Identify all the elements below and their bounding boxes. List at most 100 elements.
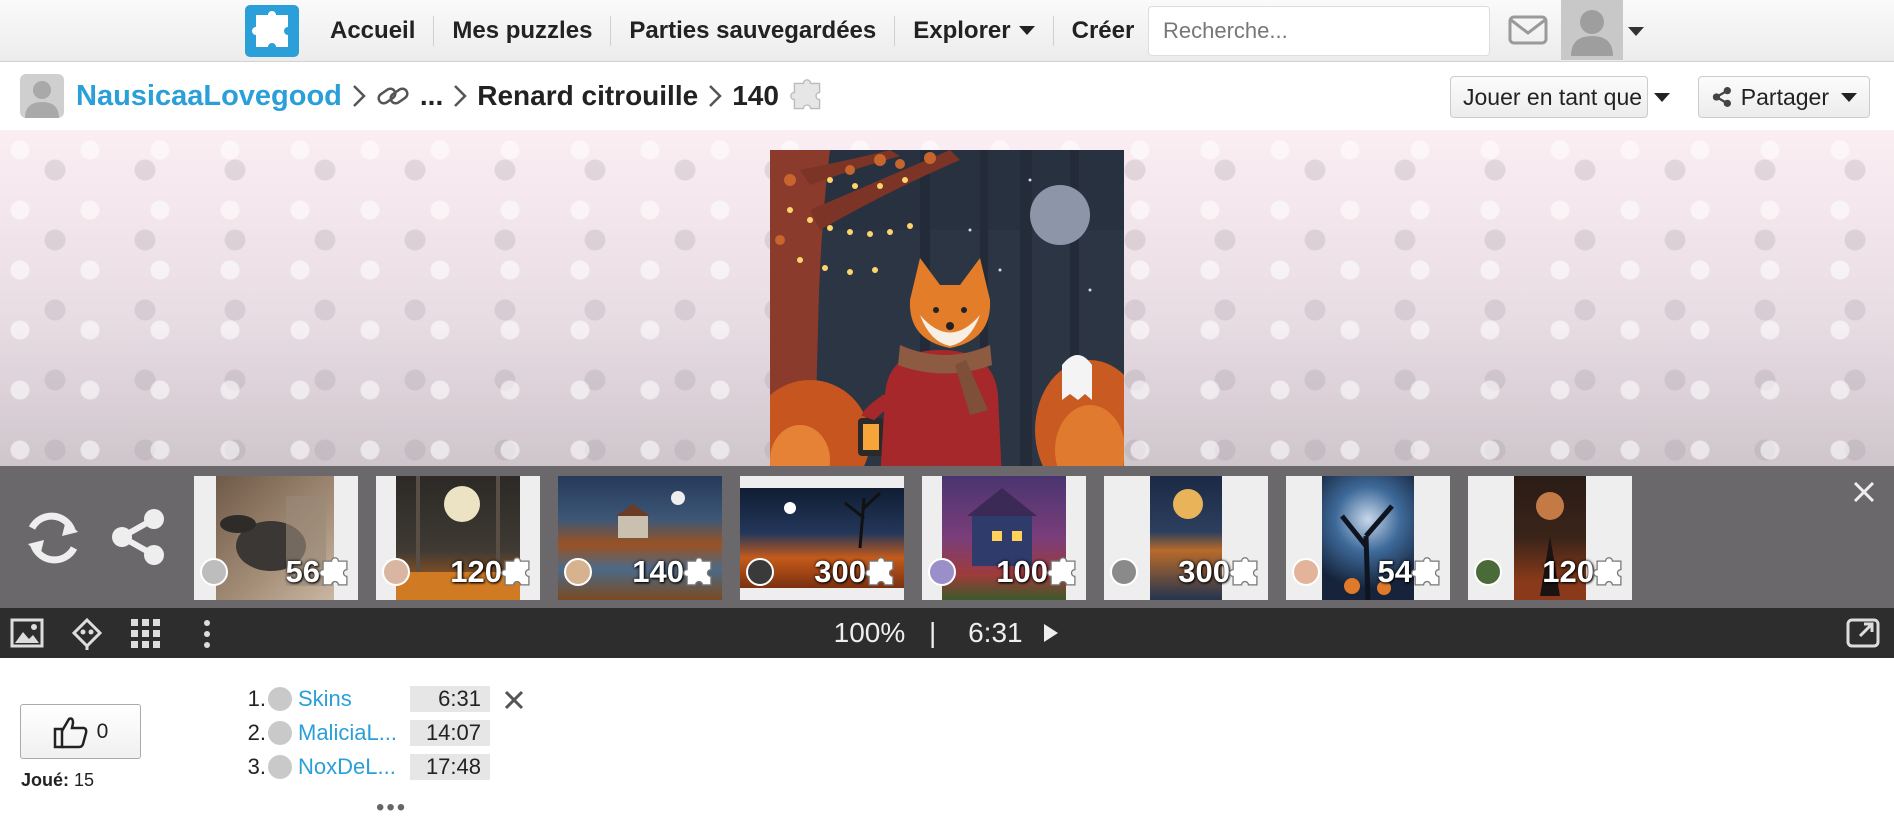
puzzle-piece-icon	[865, 557, 894, 586]
thumbnail-piece-count: 54	[1377, 554, 1412, 589]
played-label: Joué:	[21, 770, 70, 790]
related-puzzle-thumbnail[interactable]: 100	[922, 476, 1086, 600]
author-avatar	[1292, 558, 1320, 586]
leaderboard-time: 17:48	[410, 754, 490, 780]
timer[interactable]: 6:31	[960, 617, 1060, 648]
search-input[interactable]	[1148, 6, 1490, 56]
leaderboard-row: 1. Skins 6:31	[246, 684, 490, 714]
avatar	[268, 755, 292, 779]
puzzle-piece-icon	[1047, 557, 1076, 586]
related-puzzle-thumbnail[interactable]: 300	[1104, 476, 1268, 600]
status-separator: |	[929, 617, 937, 648]
puzzle-piece-icon	[319, 557, 348, 586]
leaderboard-player-link[interactable]: NoxDeL...	[298, 754, 408, 780]
leaderboard-player-link[interactable]: Skins	[298, 686, 408, 712]
main-menu: Accueil Mes puzzles Parties sauvegardées…	[312, 0, 1152, 62]
image-icon[interactable]	[10, 618, 44, 648]
puzzle-title: Renard citrouille	[477, 80, 699, 111]
breadcrumb-author-link[interactable]: NausicaaLovegood	[76, 80, 342, 113]
played-count: Joué: 15	[21, 770, 94, 791]
chevron-down-icon	[1841, 92, 1857, 102]
leaderboard-row: 2. MaliciaL... 14:07	[246, 718, 490, 748]
zoom-level: 100%	[833, 617, 906, 648]
avatar	[268, 721, 292, 745]
related-puzzle-thumbnail[interactable]: 300	[740, 476, 904, 600]
nav-creer[interactable]: Créer	[1054, 16, 1153, 46]
fullscreen-icon[interactable]	[1846, 618, 1880, 648]
leaderboard-row: 3. NoxDeL... 17:48	[246, 752, 490, 782]
thumbnail-piece-count: 300	[814, 554, 866, 589]
played-value: 15	[74, 770, 95, 790]
chevron-down-icon	[1654, 92, 1671, 102]
nav-parties-sauvegardees[interactable]: Parties sauvegardées	[611, 16, 896, 46]
thumbnail-piece-count: 100	[996, 554, 1048, 589]
nav-mes-puzzles[interactable]: Mes puzzles	[434, 16, 612, 46]
related-puzzle-thumbnail[interactable]: 140	[558, 476, 722, 600]
leaderboard-rank: 2.	[247, 720, 266, 745]
share-icon	[1712, 87, 1731, 107]
breadcrumb-bar: NausicaaLovegood ... Renard citrouille 1…	[0, 62, 1894, 130]
ghost-icon[interactable]	[72, 618, 102, 650]
author-avatar	[200, 558, 228, 586]
puzzle-piece-icon	[790, 79, 821, 110]
thumbnail-piece-count: 56	[285, 554, 320, 589]
breadcrumb: NausicaaLovegood ... Renard citrouille 1…	[76, 62, 825, 130]
mail-icon[interactable]	[1508, 14, 1548, 46]
timer-value: 6:31	[968, 617, 1023, 648]
chevron-right-icon	[454, 85, 468, 107]
thumbnail-piece-count: 300	[1178, 554, 1230, 589]
share-icon[interactable]	[110, 508, 166, 566]
nav-explorer-label: Explorer	[913, 17, 1011, 44]
related-puzzle-thumbnail[interactable]: 120	[376, 476, 540, 600]
nav-explorer[interactable]: Explorer	[895, 16, 1054, 46]
author-avatar	[564, 558, 592, 586]
thumbnail-piece-count: 120	[1542, 554, 1594, 589]
chevron-down-icon	[1018, 26, 1035, 35]
leaderboard-rank: 3.	[247, 754, 266, 779]
nav-accueil[interactable]: Accueil	[312, 16, 435, 46]
related-puzzle-thumbnail[interactable]: 54	[1286, 476, 1450, 600]
related-puzzle-thumbnail[interactable]: 120	[1468, 476, 1632, 600]
puzzle-status: 100% | 6:31	[0, 608, 1894, 658]
thumbnail-piece-count: 140	[632, 554, 684, 589]
leaderboard-rank: 1.	[247, 686, 266, 711]
play-as-label: Jouer en tant que	[1463, 83, 1643, 110]
related-puzzle-thumbnail[interactable]: 56	[194, 476, 358, 600]
chevron-right-icon	[353, 85, 366, 107]
more-options-icon[interactable]	[200, 618, 214, 650]
thumbs-up-icon	[53, 716, 88, 748]
refresh-icon[interactable]	[22, 508, 84, 568]
play-as-dropdown[interactable]: Jouer en tant que	[1450, 76, 1671, 118]
link-icon[interactable]	[376, 82, 410, 110]
play-icon	[1044, 624, 1059, 642]
close-icon[interactable]	[503, 689, 525, 711]
author-avatar	[928, 558, 956, 586]
user-menu-chevron-down-icon[interactable]	[1628, 27, 1644, 36]
like-button[interactable]: 0	[20, 704, 141, 759]
leaderboard-more-button[interactable]: •••	[376, 794, 407, 822]
puzzle-piece-icon	[1411, 557, 1440, 586]
puzzle-piece-icon	[1229, 557, 1258, 586]
share-dropdown[interactable]: Partager	[1698, 76, 1870, 118]
user-avatar-icon[interactable]	[1561, 0, 1623, 60]
leaderboard-time: 14:07	[410, 720, 490, 746]
puzzle-toolbar: 100% | 6:31	[0, 608, 1894, 658]
puzzle-piece-icon	[501, 557, 530, 586]
top-navigation: Accueil Mes puzzles Parties sauvegardées…	[0, 0, 1894, 62]
chevron-right-icon	[709, 85, 722, 107]
leaderboard-time: 6:31	[410, 686, 490, 712]
close-icon[interactable]	[1852, 480, 1876, 504]
author-avatar	[746, 558, 774, 586]
author-avatar[interactable]	[20, 74, 64, 118]
puzzle-preview-image[interactable]	[770, 150, 1124, 466]
share-label: Partager	[1740, 83, 1829, 110]
breadcrumb-ellipsis[interactable]: ...	[420, 80, 443, 112]
puzzle-logo-icon[interactable]	[245, 5, 299, 57]
grid-icon[interactable]	[130, 618, 162, 650]
puzzle-piece-icon	[683, 557, 712, 586]
like-count: 0	[96, 719, 109, 743]
leaderboard-player-link[interactable]: MaliciaL...	[298, 720, 408, 746]
puzzle-stage[interactable]	[0, 130, 1894, 466]
puzzle-piece-icon	[1593, 557, 1622, 586]
avatar	[268, 687, 292, 711]
